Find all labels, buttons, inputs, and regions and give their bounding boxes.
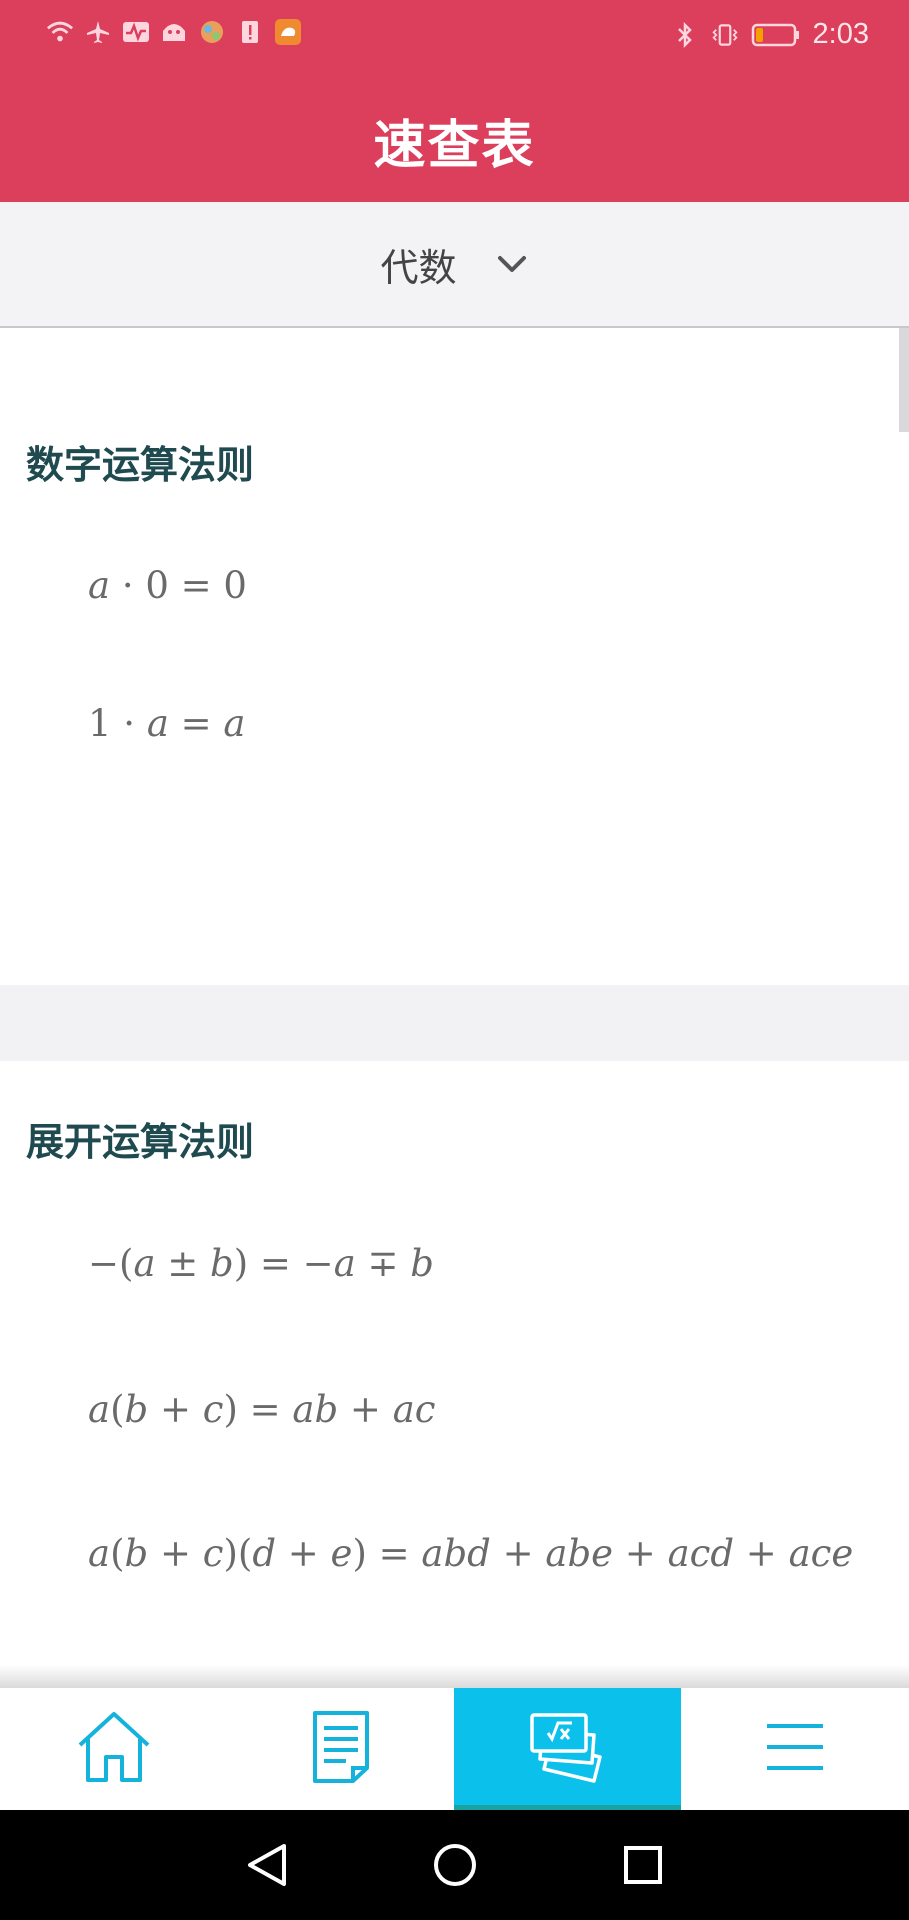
nav-notes[interactable] — [227, 1688, 454, 1810]
app-bar: 速查表 — [0, 78, 909, 202]
category-dropdown[interactable]: 代数 — [0, 202, 909, 328]
formula: a(b + c)(d + e) = abd + abe + acd + ace — [88, 1532, 854, 1575]
cheatsheet-content[interactable]: 数字运算法则 a · 0 = 0 1 · a = a 展开运算法则 −(a ± … — [0, 328, 909, 1688]
category-dropdown-label: 代数 — [380, 245, 457, 290]
document-icon — [311, 1710, 371, 1788]
section-title: 展开运算法则 — [26, 1120, 255, 1164]
back-triangle-icon[interactable] — [243, 1841, 291, 1889]
globe-icon — [198, 18, 226, 46]
section-divider — [0, 985, 909, 1061]
cheatsheet-cards-icon — [528, 1711, 608, 1787]
home-icon — [74, 1709, 154, 1789]
status-bar: 2:03 — [0, 0, 909, 78]
recents-square-icon[interactable] — [619, 1841, 667, 1889]
formula: a · 0 = 0 — [88, 564, 247, 607]
home-circle-icon[interactable] — [431, 1841, 479, 1889]
bottom-nav — [0, 1688, 909, 1810]
page-title: 速查表 — [373, 115, 536, 176]
nav-menu[interactable] — [681, 1688, 908, 1810]
activity-icon — [122, 18, 150, 46]
scrollbar[interactable] — [899, 328, 909, 432]
formula: −(a ± b) = −a ∓ b — [88, 1242, 434, 1285]
formula: 1 · a = a — [88, 702, 246, 745]
section-expansion-rules: 展开运算法则 −(a ± b) = −a ∓ b a(b + c) = ab +… — [0, 1061, 909, 1688]
status-icons-left — [46, 18, 302, 46]
chevron-down-icon — [495, 247, 529, 281]
bluetooth-icon — [671, 21, 699, 49]
status-icons-right: 2:03 — [671, 18, 869, 51]
formula: a(b + c) = ab + ac — [88, 1388, 436, 1431]
vibrate-icon — [711, 21, 739, 49]
alert-icon — [236, 18, 264, 46]
airplane-icon — [84, 18, 112, 46]
menu-icon — [765, 1722, 825, 1776]
section-number-rules: 数字运算法则 a · 0 = 0 1 · a = a — [0, 328, 909, 985]
status-time: 2:03 — [812, 18, 869, 50]
uc-browser-icon — [274, 18, 302, 46]
section-title: 数字运算法则 — [26, 443, 255, 487]
wifi-icon — [46, 18, 74, 46]
battery-icon — [751, 21, 801, 49]
android-icon — [160, 18, 188, 46]
content-fade — [0, 1665, 909, 1688]
nav-cheatsheet[interactable] — [454, 1688, 681, 1810]
system-nav-bar — [0, 1810, 909, 1920]
nav-home[interactable] — [0, 1688, 227, 1810]
